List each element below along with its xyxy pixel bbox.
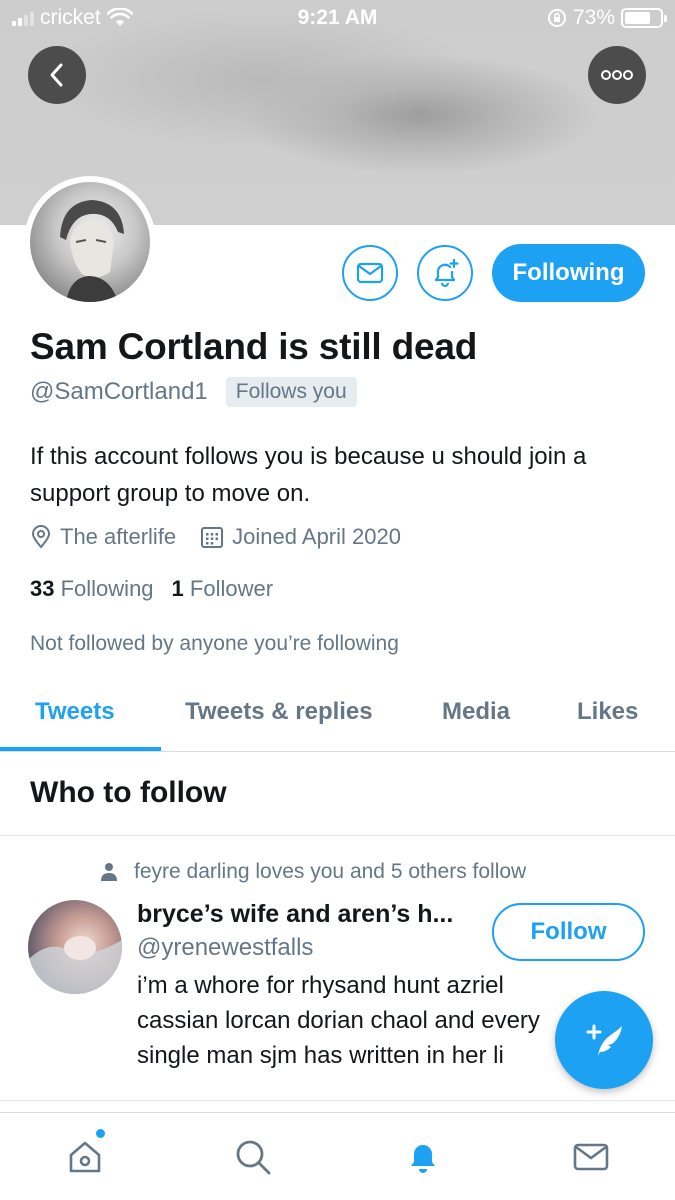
suggestion-bio: i’m a whore for rhysand hunt azriel cass… — [137, 972, 540, 1069]
mail-icon — [356, 262, 384, 284]
follows-you-badge: Follows you — [225, 377, 357, 407]
person-icon — [101, 863, 117, 881]
follow-button[interactable]: Follow — [492, 903, 645, 961]
back-button[interactable] — [28, 46, 86, 104]
following-count: 33 — [30, 576, 55, 601]
tab-likes[interactable]: Likes — [577, 698, 638, 726]
location-pin-icon — [31, 525, 51, 549]
chevron-left-icon — [50, 63, 63, 87]
following-count-link[interactable]: 33 Following — [30, 576, 154, 602]
profile-meta: The afterlife Joined April 2020 — [30, 524, 425, 550]
avatar-image — [30, 182, 150, 302]
handle-row: @SamCortland1 Follows you — [30, 377, 357, 407]
suggestion-context-text: feyre darling loves you and 5 others fol… — [134, 860, 527, 883]
tab-tweets[interactable]: Tweets — [35, 698, 115, 726]
calendar-icon — [201, 527, 224, 548]
mail-icon — [573, 1143, 609, 1171]
suggestion-avatar[interactable] — [28, 900, 122, 994]
battery-icon — [621, 8, 667, 28]
follow-counts: 33 Following 1 Follower — [30, 576, 273, 602]
bottom-navigation — [0, 1112, 675, 1200]
section-divider — [0, 835, 675, 836]
compose-tweet-button[interactable] — [555, 991, 653, 1089]
bell-icon — [411, 1145, 435, 1173]
profile-avatar[interactable] — [24, 176, 156, 308]
compose-tweet-icon — [586, 1024, 622, 1056]
active-tab-indicator — [0, 747, 161, 751]
location-text: The afterlife — [60, 524, 177, 549]
profile-display-name: Sam Cortland is still dead — [30, 326, 478, 367]
search-icon — [236, 1140, 271, 1175]
status-bar: cricket 9:21 AM 73% — [0, 0, 675, 38]
battery-percent: 73% — [572, 6, 615, 29]
message-button[interactable] — [342, 245, 398, 301]
bell-plus-icon — [434, 258, 459, 288]
tab-media[interactable]: Media — [442, 698, 510, 726]
profile-tabs: Tweets Tweets & replies Media Likes — [0, 672, 675, 752]
nav-home[interactable] — [63, 1129, 107, 1179]
joined-text: Joined April 2020 — [232, 524, 401, 549]
location-item: The afterlife — [30, 524, 176, 550]
nav-search[interactable] — [231, 1135, 275, 1179]
followed-by-context: Not followed by anyone you’re following — [30, 632, 399, 655]
suggestion-context: feyre darling loves you and 5 others fol… — [100, 860, 526, 884]
more-options-button[interactable] — [588, 46, 646, 104]
nav-notifications[interactable] — [401, 1135, 445, 1179]
nav-messages[interactable] — [569, 1135, 613, 1179]
more-icon — [601, 70, 633, 80]
suggestion-name[interactable]: bryce’s wife and aren’s h... — [137, 900, 453, 929]
followers-label: Follower — [189, 576, 274, 601]
joined-item: Joined April 2020 — [200, 524, 401, 550]
tab-tweets-replies[interactable]: Tweets & replies — [185, 698, 373, 726]
followers-count-link[interactable]: 1 Follower — [172, 576, 274, 602]
home-unread-dot — [96, 1129, 105, 1138]
following-label: Following — [60, 576, 154, 601]
notifications-toggle-button[interactable] — [417, 245, 473, 301]
orientation-lock-icon — [547, 9, 566, 27]
profile-handle: @SamCortland1 — [30, 378, 208, 405]
following-button[interactable]: Following — [492, 244, 645, 302]
who-to-follow-title: Who to follow — [30, 776, 227, 809]
list-divider — [0, 1100, 675, 1101]
profile-bio: If this account follows you is because u… — [30, 443, 587, 507]
suggestion-handle: @yrenewestfalls — [137, 934, 314, 961]
followers-count: 1 — [171, 576, 184, 601]
status-right: 73% — [547, 6, 667, 30]
home-icon — [69, 1141, 101, 1173]
